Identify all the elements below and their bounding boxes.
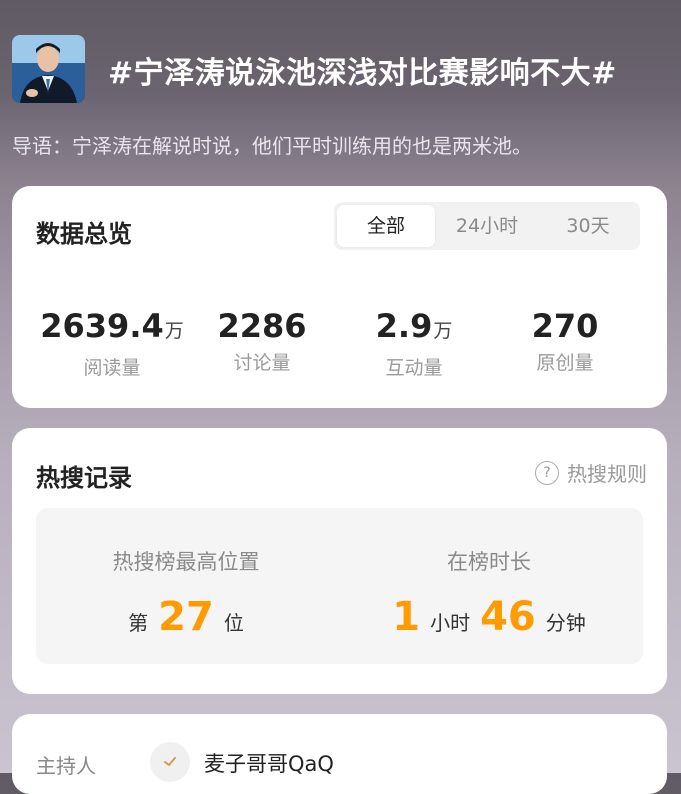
best-position-value: 第 27 位 [36,594,336,640]
position-number: 27 [158,594,214,640]
duration-label: 在榜时长 [447,550,531,574]
tab-30d[interactable]: 30天 [539,202,637,250]
stat-label: 阅读量 [83,357,141,379]
host-label: 主持人 [36,754,96,778]
duration-minutes: 46 [480,594,536,640]
stat-interactions: 2.9万 互动量 [334,306,494,380]
avatar[interactable] [150,742,190,782]
stat-number: 2.9 [375,307,433,345]
stat-discussions: 2286 讨论量 [182,306,342,375]
stat-value: 2.9万 [334,306,494,351]
minutes-unit: 分钟 [545,611,586,635]
stat-label: 互动量 [385,357,443,379]
best-position: 热搜榜最高位置 第 27 位 [36,546,336,640]
stat-unit: 万 [164,320,184,342]
verified-check-icon [164,757,176,767]
tab-all[interactable]: 全部 [337,205,435,247]
stat-label: 原创量 [536,352,594,374]
rules-label: 热搜规则 [567,462,647,486]
duration-hours: 1 [392,594,421,640]
hot-search-card: 热搜记录 ? 热搜规则 热搜榜最高位置 第 27 位 在榜时长 1 小时 46 分钟 [12,428,667,694]
stat-label: 讨论量 [233,352,291,374]
stat-value: 270 [485,306,645,346]
stat-reads: 2639.4万 阅读量 [32,306,192,380]
question-circle-icon: ? [535,460,559,485]
hot-search-stats-box: 热搜榜最高位置 第 27 位 在榜时长 1 小时 46 分钟 [36,508,643,664]
host-name-link[interactable]: 麦子哥哥QaQ [204,748,334,778]
position-suffix: 位 [223,611,244,635]
on-list-duration: 在榜时长 1 小时 46 分钟 [339,546,639,640]
time-range-tabs: 全部 24小时 30天 [334,202,640,250]
overview-title: 数据总览 [36,220,132,248]
person-image-icon [12,35,85,103]
stat-number: 2639.4 [40,307,164,345]
hours-unit: 小时 [430,611,471,635]
stat-value: 2639.4万 [32,306,192,351]
topic-intro: 导语：宁泽涛在解说时说，他们平时训练用的也是两米池。 [12,134,532,158]
stat-value: 2286 [182,306,342,346]
position-prefix: 第 [128,611,149,635]
tab-24h[interactable]: 24小时 [438,202,536,250]
topic-thumbnail [12,35,85,103]
stat-number: 270 [531,307,599,345]
duration-value: 1 小时 46 分钟 [339,594,639,640]
best-position-label: 热搜榜最高位置 [112,550,260,574]
topic-title: #宁泽涛说泳池深浅对比赛影响不大# [108,56,617,91]
data-overview-card: 数据总览 全部 24小时 30天 2639.4万 阅读量 2286 讨论量 2.… [12,186,667,408]
hot-search-rules-link[interactable]: ? 热搜规则 [535,458,647,487]
stat-unit: 万 [433,320,453,342]
host-card: 主持人 麦子哥哥QaQ [12,714,667,794]
stat-number: 2286 [217,307,307,345]
hot-search-title: 热搜记录 [36,464,132,492]
stat-originals: 270 原创量 [485,306,645,375]
